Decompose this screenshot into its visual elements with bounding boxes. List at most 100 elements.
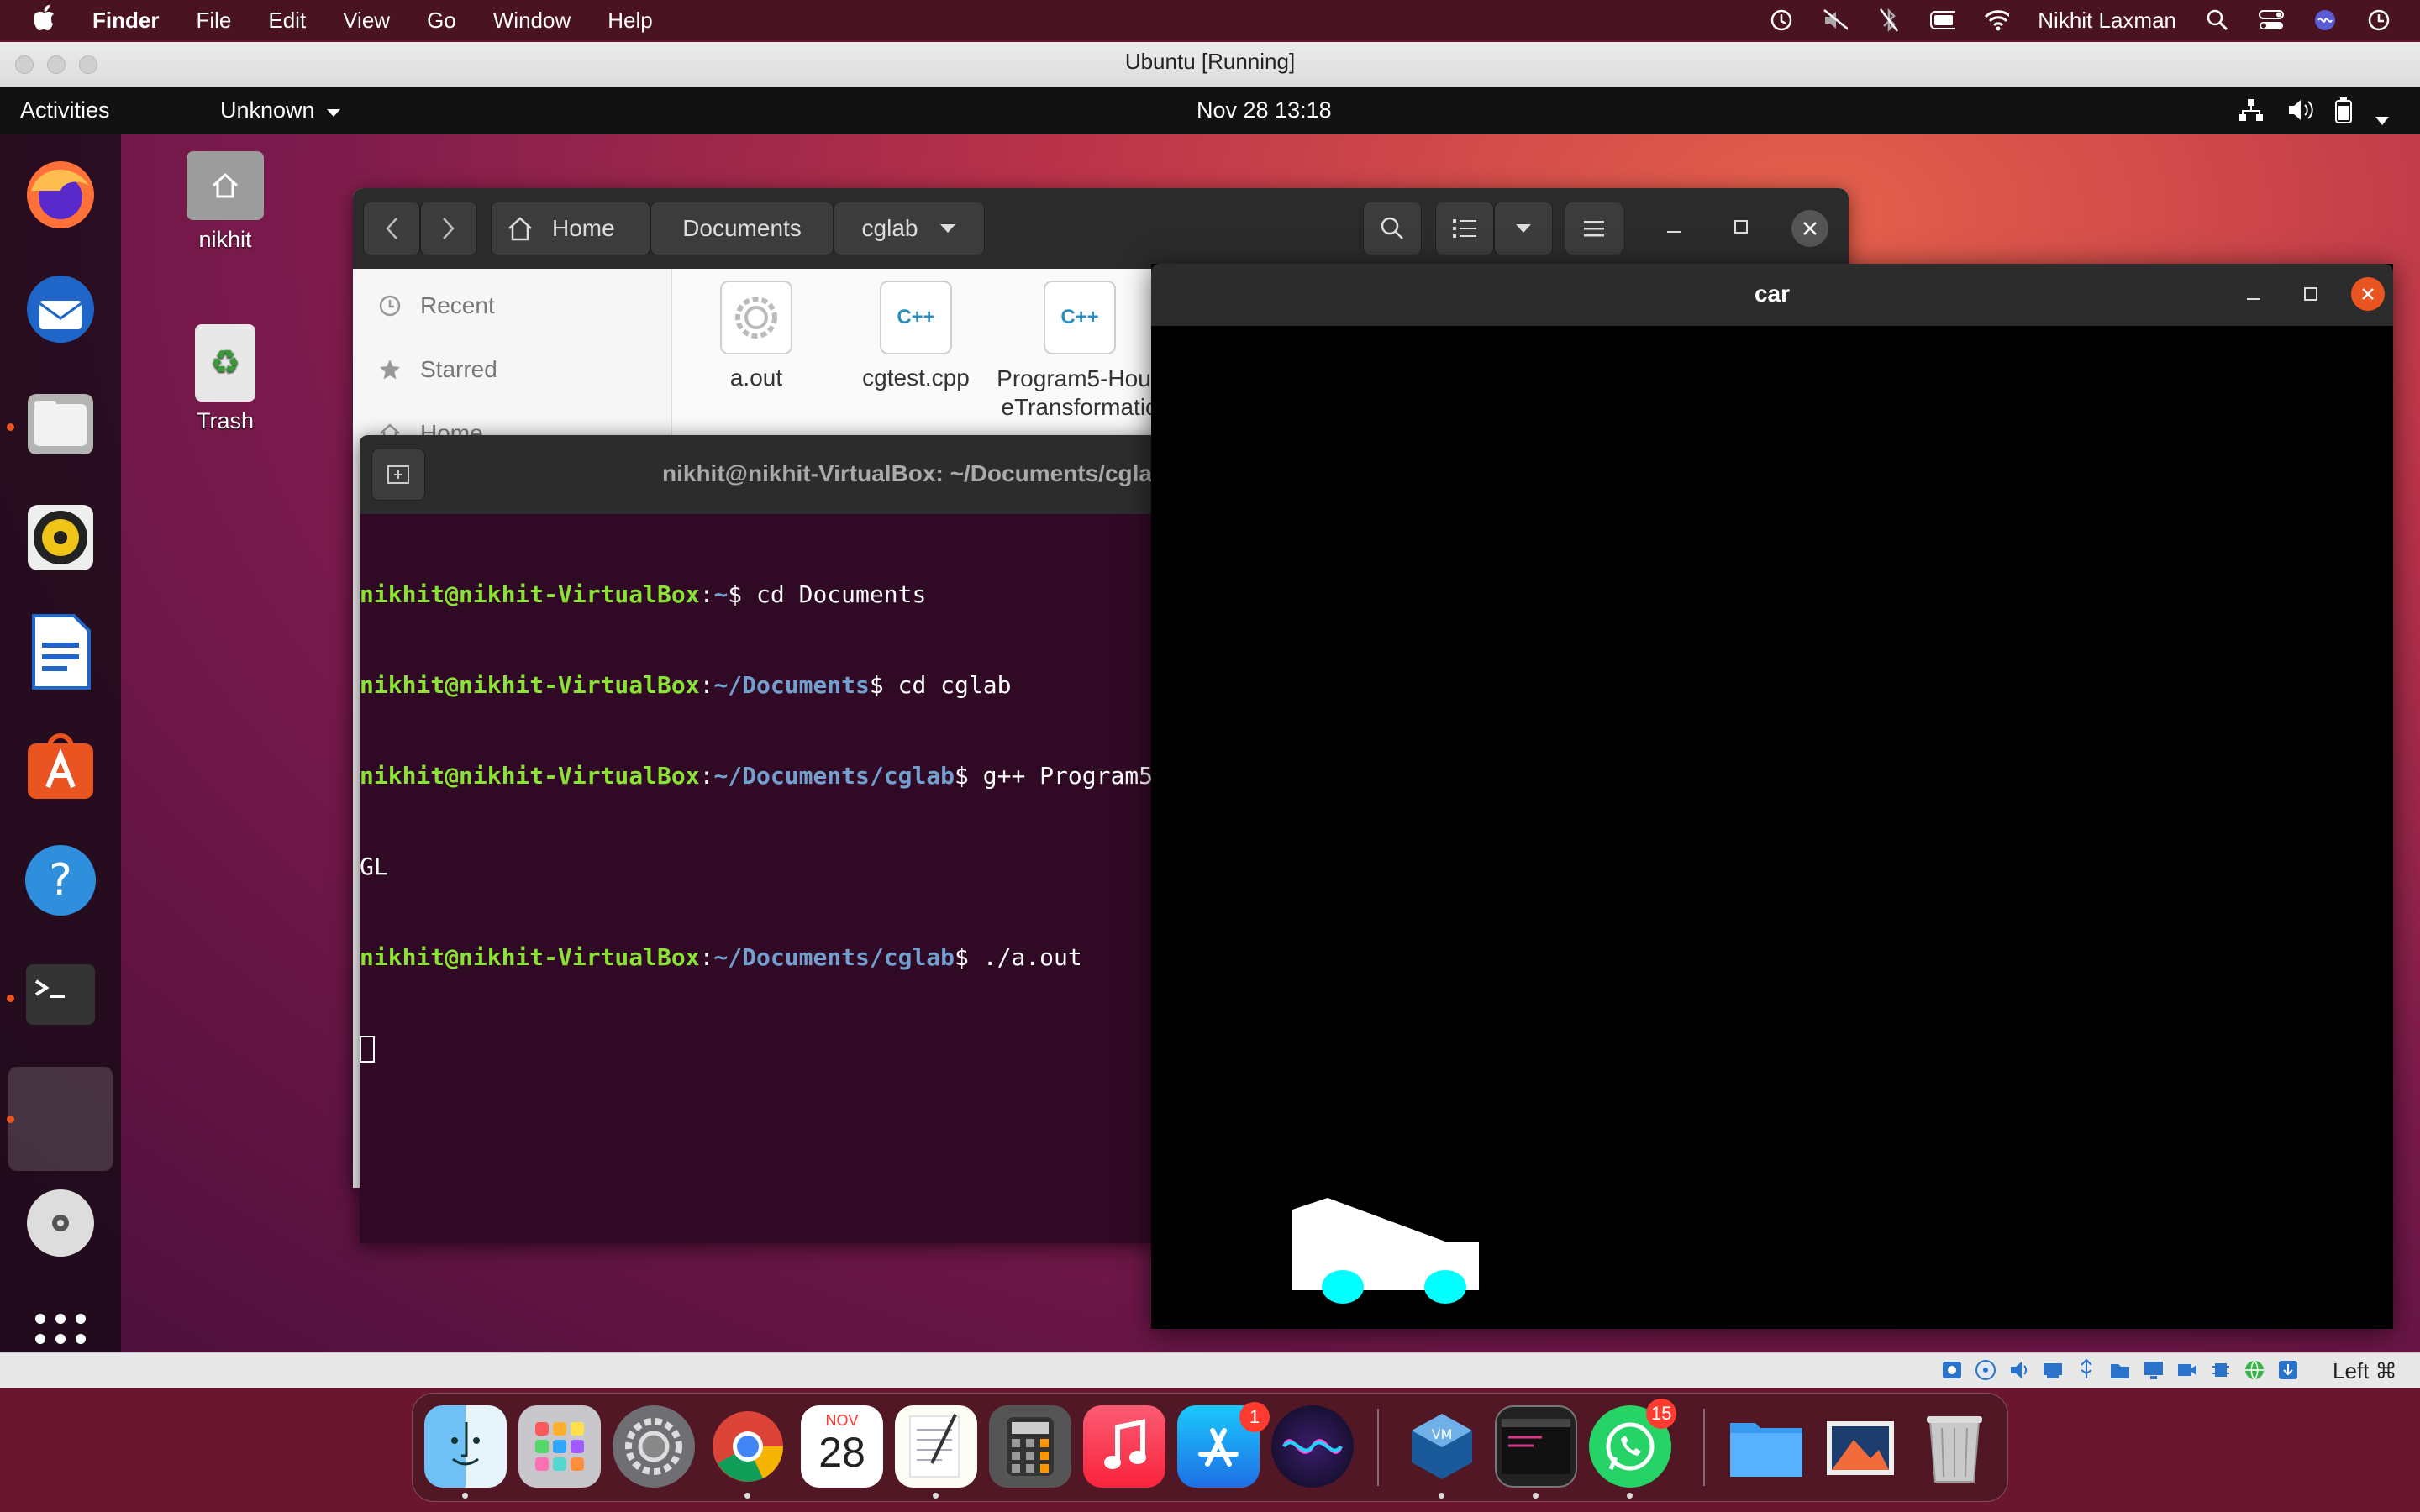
file-item-a-out[interactable]: a.out bbox=[676, 281, 836, 391]
display-icon[interactable] bbox=[2143, 1358, 2165, 1382]
prompt-path: ~/Documents/cglab bbox=[713, 943, 955, 971]
menu-app-name[interactable]: Finder bbox=[92, 8, 159, 34]
clock[interactable]: Nov 28 13:18 bbox=[1197, 97, 1332, 123]
shared-folder-icon[interactable] bbox=[2109, 1358, 2131, 1382]
show-applications-button[interactable] bbox=[18, 1297, 103, 1352]
system-preferences-dock-item[interactable] bbox=[613, 1405, 695, 1488]
list-view-button[interactable] bbox=[1435, 202, 1494, 255]
time-machine-icon[interactable] bbox=[1769, 8, 1794, 33]
menu-help[interactable]: Help bbox=[608, 8, 652, 34]
rhythmbox-icon bbox=[28, 505, 93, 570]
ubuntu-desktop: Activities Unknown Nov 28 13:18 nikhit ♻… bbox=[0, 87, 2420, 1352]
maximize-button[interactable] bbox=[2301, 284, 2321, 308]
wifi-icon[interactable] bbox=[1984, 8, 2010, 33]
menu-button[interactable] bbox=[1565, 202, 1623, 255]
file-item-program5[interactable]: C++ Program5-HouseTransformatio bbox=[996, 281, 1164, 450]
terminal-screenshot-dock-item[interactable] bbox=[1495, 1405, 1577, 1488]
car-app-launcher[interactable] bbox=[8, 1067, 113, 1171]
virtualbox-icon: VM bbox=[1412, 1414, 1472, 1479]
preview-dock-item[interactable] bbox=[1819, 1405, 1902, 1488]
libreoffice-writer-launcher[interactable] bbox=[18, 610, 103, 694]
dock-separator bbox=[1377, 1409, 1379, 1486]
folder-icon bbox=[1730, 1423, 1802, 1477]
vbox-window-title: Ubuntu [Running] bbox=[1124, 49, 1296, 74]
system-menu-chevron-icon[interactable] bbox=[2375, 106, 2390, 132]
menu-file[interactable]: File bbox=[196, 8, 231, 34]
audio-icon[interactable] bbox=[2008, 1358, 2030, 1382]
control-center-icon[interactable] bbox=[2259, 8, 2284, 33]
menu-window[interactable]: Window bbox=[493, 8, 571, 34]
maximize-button[interactable] bbox=[1731, 217, 1751, 241]
close-button[interactable] bbox=[1791, 210, 1828, 247]
minimize-button[interactable] bbox=[2244, 284, 2264, 308]
files-launcher[interactable] bbox=[18, 381, 103, 465]
sidebar-item-starred[interactable]: Starred bbox=[378, 356, 497, 383]
menu-edit[interactable]: Edit bbox=[268, 8, 306, 34]
file-name: a.out bbox=[729, 365, 783, 391]
desktop-trash[interactable]: ♻ Trash bbox=[158, 324, 292, 434]
path-home[interactable]: Home bbox=[491, 202, 650, 255]
firefox-launcher[interactable] bbox=[18, 153, 103, 237]
finder-dock-item[interactable] bbox=[424, 1405, 507, 1488]
volume-icon[interactable] bbox=[2287, 97, 2314, 129]
cpp-file-icon: C++ bbox=[1044, 281, 1116, 354]
terminal-launcher[interactable] bbox=[18, 953, 103, 1037]
siri-dock-item[interactable] bbox=[1271, 1405, 1354, 1488]
app-menu[interactable]: Unknown bbox=[220, 97, 341, 123]
rhythmbox-launcher[interactable] bbox=[18, 496, 103, 580]
trash-dock-item[interactable] bbox=[1913, 1405, 1996, 1488]
path-cglab[interactable]: cglab bbox=[834, 202, 985, 255]
network-adapter-icon[interactable] bbox=[2042, 1358, 2064, 1382]
download-icon[interactable] bbox=[2277, 1358, 2299, 1382]
new-tab-button[interactable] bbox=[371, 449, 425, 501]
calculator-dock-item[interactable] bbox=[989, 1405, 1071, 1488]
minimize-button[interactable] bbox=[1664, 217, 1684, 241]
list-icon bbox=[1453, 219, 1476, 238]
speaker-mute-icon[interactable] bbox=[1823, 8, 1849, 33]
help-launcher[interactable]: ? bbox=[18, 838, 103, 922]
close-button[interactable] bbox=[2351, 277, 2385, 311]
video-capture-icon[interactable] bbox=[2176, 1358, 2198, 1382]
activities-button[interactable]: Activities bbox=[20, 97, 110, 123]
usb-icon[interactable] bbox=[2075, 1358, 2097, 1382]
software-center-launcher[interactable] bbox=[18, 724, 103, 808]
file-item-cgtest-cpp[interactable]: C++ cgtest.cpp bbox=[836, 281, 996, 391]
bluetooth-off-icon[interactable] bbox=[1876, 8, 1902, 33]
siri-icon[interactable] bbox=[2312, 8, 2338, 33]
menu-view[interactable]: View bbox=[343, 8, 390, 34]
dvd-launcher[interactable] bbox=[18, 1181, 103, 1265]
sidebar-item-recent[interactable]: Recent bbox=[378, 292, 495, 319]
cpu-icon[interactable] bbox=[2210, 1358, 2232, 1382]
back-button[interactable] bbox=[363, 202, 420, 255]
writer-icon bbox=[32, 614, 91, 690]
folder-dock-item[interactable] bbox=[1725, 1405, 1807, 1488]
textedit-dock-item[interactable] bbox=[895, 1405, 977, 1488]
gear-icon bbox=[625, 1418, 682, 1475]
optical-drive-icon[interactable] bbox=[1975, 1358, 1996, 1382]
globe-icon[interactable] bbox=[2244, 1358, 2265, 1382]
clock-icon[interactable] bbox=[2366, 8, 2391, 33]
file-name: cgtest.cpp bbox=[862, 365, 970, 391]
opengl-canvas[interactable] bbox=[1151, 326, 2393, 1329]
apple-icon[interactable] bbox=[34, 4, 55, 36]
hard-disk-icon[interactable] bbox=[1941, 1358, 1963, 1382]
desktop-home-folder[interactable]: nikhit bbox=[158, 151, 292, 253]
terminal-output[interactable]: nikhit@nikhit-VirtualBox:~$ cd Documents… bbox=[360, 519, 1200, 1124]
forward-button[interactable] bbox=[420, 202, 477, 255]
path-documents[interactable]: Documents bbox=[650, 202, 834, 255]
thunderbird-launcher[interactable] bbox=[18, 267, 103, 351]
calendar-dock-item[interactable]: NOV 28 bbox=[801, 1405, 883, 1488]
battery-icon[interactable] bbox=[2334, 97, 2353, 130]
search-button[interactable] bbox=[1363, 202, 1422, 255]
music-dock-item[interactable] bbox=[1083, 1405, 1165, 1488]
virtualbox-dock-item[interactable]: VM bbox=[1401, 1405, 1483, 1488]
menu-go[interactable]: Go bbox=[427, 8, 456, 34]
chrome-dock-item[interactable] bbox=[707, 1405, 789, 1488]
view-options-button[interactable] bbox=[1494, 202, 1553, 255]
menubar-username[interactable]: Nikhit Laxman bbox=[2038, 8, 2176, 34]
battery-icon[interactable] bbox=[1930, 8, 1956, 33]
chevron-down-icon bbox=[327, 109, 341, 117]
network-icon[interactable] bbox=[2238, 97, 2264, 129]
spotlight-search-icon[interactable] bbox=[2205, 8, 2230, 33]
launchpad-dock-item[interactable] bbox=[518, 1405, 601, 1488]
